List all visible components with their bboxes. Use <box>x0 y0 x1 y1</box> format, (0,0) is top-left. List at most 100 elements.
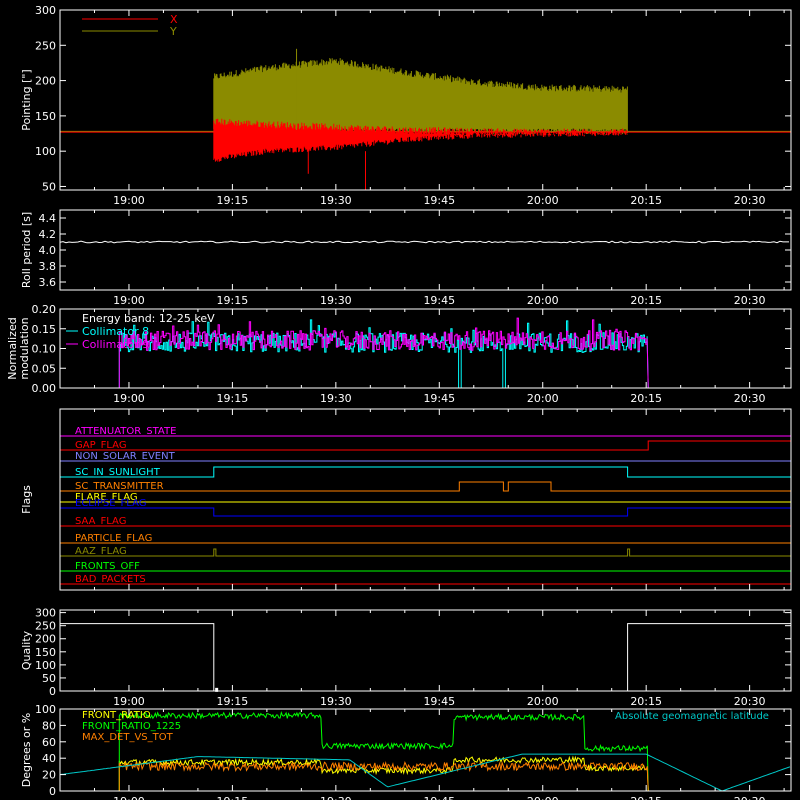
y-tick-label: 100 <box>35 145 56 158</box>
x-tick-label: 20:15 <box>630 194 662 207</box>
y-tick-label: 250 <box>35 39 56 52</box>
flag-label: BAD_PACKETS <box>75 574 146 585</box>
x-tick-label: 20:15 <box>630 392 662 405</box>
x-tick-label: 20:15 <box>630 294 662 307</box>
y-axis-label: Quality <box>20 630 33 670</box>
series-y-trace <box>213 58 628 135</box>
flag-label: AAZ_FLAG <box>75 546 127 557</box>
panel-frame-5 <box>59 609 792 692</box>
x-tick-label: 19:00 <box>113 795 145 800</box>
flag-line-eclipse-flag <box>60 507 791 517</box>
y-tick-label: 0.15 <box>32 323 57 336</box>
y-tick-label: 4.0 <box>39 244 57 257</box>
flag-line-sc-in-sunlight <box>60 466 791 478</box>
x-tick-label: 19:30 <box>320 392 352 405</box>
y-axis-label: modulation <box>18 317 31 379</box>
series-roll-period <box>59 240 789 244</box>
x-tick-label: 20:00 <box>527 695 559 708</box>
y-tick-label: 0 <box>49 785 56 798</box>
legend-label-ratio: FRONT_RATIO <box>82 710 151 721</box>
y-tick-label: 3.6 <box>39 276 57 289</box>
flag-label: ATTENUATOR_STATE <box>75 426 176 437</box>
legend-label-ratio: FRONT_RATIO_1225 <box>82 721 181 732</box>
x-tick-label: 19:45 <box>423 695 455 708</box>
y-axis-label: Pointing ["] <box>20 69 33 130</box>
x-tick-label: 20:00 <box>527 795 559 800</box>
series-max-det-vs-tot <box>60 760 791 792</box>
x-tick-label: 19:00 <box>113 194 145 207</box>
x-tick-label: 20:30 <box>734 695 766 708</box>
y-tick-label: 250 <box>35 620 56 633</box>
y-tick-label: 200 <box>35 633 56 646</box>
series-quality <box>60 623 791 692</box>
flag-label: SC_TRANSMITTER <box>75 481 164 492</box>
y-tick-label: 4.2 <box>39 228 57 241</box>
x-tick-label: 19:15 <box>217 194 249 207</box>
x-tick-label: 20:15 <box>630 695 662 708</box>
y-tick-label: 4.4 <box>39 212 57 225</box>
x-tick-label: 19:00 <box>113 294 145 307</box>
y-tick-label: 300 <box>35 4 56 17</box>
x-tick-label: 20:00 <box>527 194 559 207</box>
x-tick-label: 19:30 <box>320 294 352 307</box>
x-tick-label: 20:30 <box>734 795 766 800</box>
y-tick-label: 40 <box>42 752 56 765</box>
y-tick-label: 0.20 <box>32 303 57 316</box>
x-tick-label: 20:00 <box>527 392 559 405</box>
y-tick-label: 3.8 <box>39 260 57 273</box>
x-tick-label: 19:30 <box>320 695 352 708</box>
hessi-observing-summary-plot: 19:00 19:15 19:30 19:45 20:00 20:15 20:3050100… <box>6 4 792 800</box>
x-tick-label: 19:15 <box>217 695 249 708</box>
flag-label: NON_SOLAR_EVENT <box>75 451 176 462</box>
flag-label: PARTICLE_FLAG <box>75 533 152 544</box>
series-collimator-9 <box>60 317 791 389</box>
x-tick-label: 19:45 <box>423 194 455 207</box>
x-tick-label: 20:30 <box>734 194 766 207</box>
x-tick-label: 20:30 <box>734 392 766 405</box>
y-tick-label: 150 <box>35 646 56 659</box>
x-tick-label: 19:00 <box>113 392 145 405</box>
x-tick-label: 19:15 <box>217 392 249 405</box>
legend-label-collimator: Collimator 9 <box>82 338 149 351</box>
y-axis-label: Roll period [s] <box>20 212 33 288</box>
x-tick-label: 19:45 <box>423 392 455 405</box>
geomagnetic-latitude-annotation: Absolute geomagnetic latitude <box>615 711 769 722</box>
panel-frame-2 <box>59 209 792 291</box>
x-tick-label: 19:30 <box>320 795 352 800</box>
y-tick-label: 0.10 <box>32 343 57 356</box>
y-tick-label: 200 <box>35 75 56 88</box>
y-tick-label: 100 <box>35 659 56 672</box>
data-layer <box>59 48 791 792</box>
series-collimator-8 <box>60 319 791 389</box>
y-tick-label: 150 <box>35 110 56 123</box>
series-front-ratio <box>60 755 791 792</box>
flag-label: FRONTS_OFF <box>75 561 140 572</box>
flag-label: GAP_FLAG <box>75 440 127 451</box>
x-tick-label: 19:45 <box>423 294 455 307</box>
y-tick-label: 0.05 <box>32 362 57 375</box>
y-tick-label: 60 <box>42 736 56 749</box>
y-tick-label: 0.00 <box>32 382 57 395</box>
x-tick-label: 19:45 <box>423 795 455 800</box>
y-axis-label: Degrees or % <box>20 713 33 787</box>
flag-label: SC_IN_SUNLIGHT <box>75 467 161 478</box>
y-tick-label: 80 <box>42 719 56 732</box>
y-tick-label: 0 <box>49 685 56 698</box>
flag-line-gap-flag <box>60 440 791 451</box>
legend-label-collimator: Collimator 8 <box>82 325 149 338</box>
y-tick-label: 100 <box>35 703 56 716</box>
x-tick-label: 19:15 <box>217 294 249 307</box>
x-tick-label: 20:00 <box>527 294 559 307</box>
x-tick-label: 19:30 <box>320 194 352 207</box>
flag-label: ECLIPSE_FLAG <box>75 498 146 509</box>
x-tick-label: 20:30 <box>734 294 766 307</box>
y-tick-label: 20 <box>42 769 56 782</box>
y-axis-label: Flags <box>20 485 33 514</box>
x-tick-label: 19:15 <box>217 795 249 800</box>
y-tick-label: 50 <box>42 180 56 193</box>
flag-line-sc-transmitter <box>60 481 791 492</box>
energy-band-annotation: Energy band: 12-25 keV <box>82 312 215 325</box>
y-tick-label: 50 <box>42 672 56 685</box>
y-tick-label: 300 <box>35 607 56 620</box>
x-tick-label: 19:00 <box>113 695 145 708</box>
